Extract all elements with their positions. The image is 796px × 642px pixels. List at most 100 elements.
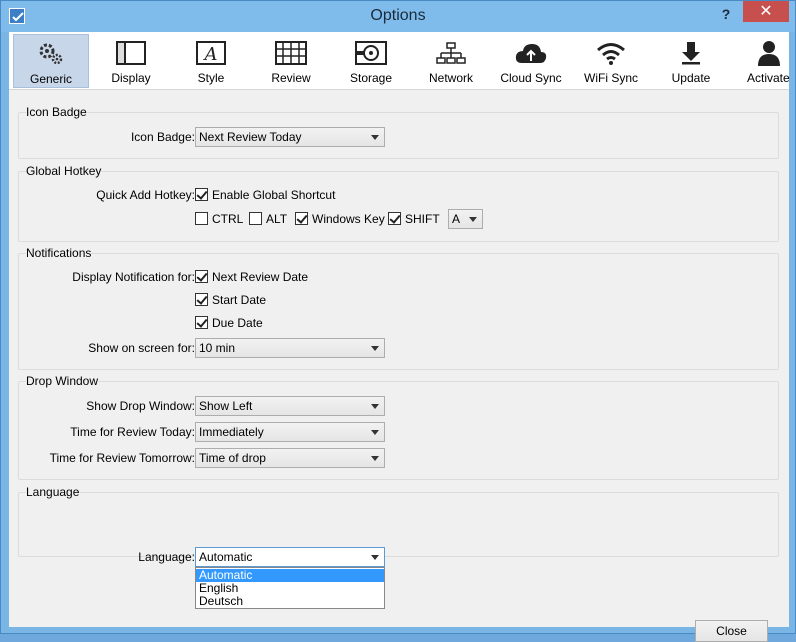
group-title: Global Hotkey: [26, 164, 102, 178]
tab-wifi-sync[interactable]: WiFi Sync: [573, 34, 649, 88]
language-label: Language:: [138, 550, 195, 564]
person-icon: [741, 40, 796, 66]
icon-badge-label: Icon Badge:: [130, 130, 195, 144]
help-button[interactable]: ?: [713, 3, 739, 25]
time-review-tomorrow-select[interactable]: Time of drop: [195, 448, 385, 468]
select-value: Immediately: [199, 425, 264, 439]
checkbox-box: [249, 212, 262, 225]
svg-text:A: A: [203, 44, 218, 65]
select-value: Next Review Today: [199, 130, 302, 144]
start-date-checkbox[interactable]: Start Date: [195, 292, 295, 308]
gears-icon: [14, 41, 88, 67]
group-title: Drop Window: [26, 374, 99, 388]
checkbox-label: ALT: [266, 212, 288, 226]
chevron-down-icon: [371, 456, 379, 461]
hotkey-key-select[interactable]: A: [448, 209, 483, 229]
checkbox-box: [195, 293, 208, 306]
storage-icon: [333, 40, 409, 66]
select-value: Show Left: [199, 399, 253, 413]
quick-add-hotkey-label: Quick Add Hotkey:: [96, 188, 195, 202]
checkbox-box: [195, 212, 208, 225]
style-icon: A: [173, 40, 249, 66]
wifi-icon: [573, 40, 649, 66]
checkbox-label: Windows Key: [312, 212, 385, 226]
checkbox-label: Due Date: [212, 316, 263, 330]
select-value: Time of drop: [199, 451, 266, 465]
window-title: Options: [370, 7, 426, 24]
display-notification-label: Display Notification for:: [72, 270, 195, 284]
alt-checkbox[interactable]: ALT: [249, 211, 294, 227]
checkbox-box: [195, 270, 208, 283]
tab-label: Network: [428, 71, 473, 85]
close-button[interactable]: Close: [695, 620, 768, 642]
checkbox-box: [295, 212, 308, 225]
close-window-button[interactable]: ✕: [743, 1, 789, 22]
show-on-screen-label: Show on screen for:: [88, 341, 195, 355]
tab-generic[interactable]: Generic: [13, 34, 89, 88]
group-title: Notifications: [26, 246, 92, 260]
checkbox-box: [195, 316, 208, 329]
tab-label: Style: [197, 71, 225, 85]
global-hotkey-group: Global Hotkey Quick Add Hotkey: Enable G…: [18, 164, 779, 242]
language-option-deutsch[interactable]: Deutsch: [196, 595, 384, 608]
checkbox-box: [388, 212, 401, 225]
checkbox-label: CTRL: [212, 212, 244, 226]
select-value: 10 min: [199, 341, 236, 355]
show-drop-window-label: Show Drop Window:: [86, 399, 195, 413]
tab-label: Update: [671, 71, 711, 85]
chevron-down-icon: [371, 346, 379, 351]
tab-network[interactable]: Network: [413, 34, 489, 88]
category-toolbar: Generic Display A Style Review Storage N…: [9, 32, 790, 90]
tab-review[interactable]: Review: [253, 34, 329, 88]
select-value: Automatic: [199, 550, 253, 564]
drop-window-group: Drop Window Show Drop Window: Show Left …: [18, 374, 779, 480]
tab-storage[interactable]: Storage: [333, 34, 409, 88]
show-drop-window-select[interactable]: Show Left: [195, 396, 385, 416]
generic-settings-panel: Icon Badge Icon Badge: Next Review Today…: [9, 91, 789, 642]
due-date-checkbox[interactable]: Due Date: [195, 315, 295, 331]
tab-label: Review: [271, 71, 311, 85]
checkbox-label: Enable Global Shortcut: [212, 188, 336, 202]
network-icon: [413, 40, 489, 66]
notifications-group: Notifications Display Notification for: …: [18, 246, 779, 370]
tab-display[interactable]: Display: [93, 34, 169, 88]
group-frame: [18, 492, 779, 557]
windows-key-checkbox[interactable]: Windows Key: [295, 211, 385, 227]
ctrl-checkbox[interactable]: CTRL: [195, 211, 245, 227]
chevron-down-icon: [371, 555, 379, 560]
group-title: Language: [26, 485, 80, 499]
checkbox-box: [195, 188, 208, 201]
tab-label: WiFi Sync: [584, 71, 638, 85]
icon-badge-select[interactable]: Next Review Today: [195, 127, 385, 147]
chevron-down-icon: [371, 430, 379, 435]
tab-label: Storage: [349, 71, 393, 85]
show-on-screen-select[interactable]: 10 min: [195, 338, 385, 358]
title-bar[interactable]: Options ? ✕: [1, 1, 795, 32]
enable-global-shortcut-checkbox[interactable]: Enable Global Shortcut: [195, 187, 355, 203]
client-area: Generic Display A Style Review Storage N…: [9, 32, 790, 642]
review-icon: [253, 40, 329, 66]
select-value: A: [452, 212, 461, 226]
download-arrow-icon: [653, 40, 729, 66]
time-review-tomorrow-label: Time for Review Tomorrow:: [49, 451, 195, 465]
checkbox-label: SHIFT: [405, 212, 440, 226]
tab-activate[interactable]: Activate: [733, 34, 790, 88]
checkbox-label: Start Date: [212, 293, 267, 307]
cloud-sync-icon: [493, 40, 569, 66]
tab-style[interactable]: A Style: [173, 34, 249, 88]
tab-cloud-sync[interactable]: Cloud Sync: [493, 34, 569, 88]
chevron-down-icon: [371, 135, 379, 140]
display-icon: [93, 40, 169, 66]
tab-label: Activate: [747, 71, 790, 85]
time-review-today-select[interactable]: Immediately: [195, 422, 385, 442]
next-review-date-checkbox[interactable]: Next Review Date: [195, 269, 325, 285]
tab-label: Display: [111, 71, 151, 85]
shift-checkbox[interactable]: SHIFT: [388, 211, 443, 227]
tab-label: Cloud Sync: [500, 71, 562, 85]
group-frame: [18, 171, 779, 242]
language-dropdown-list: Automatic English Deutsch: [195, 567, 385, 609]
language-select[interactable]: Automatic: [195, 547, 385, 567]
group-title: Icon Badge: [26, 105, 87, 119]
chevron-down-icon: [469, 217, 477, 222]
tab-update[interactable]: Update: [653, 34, 729, 88]
